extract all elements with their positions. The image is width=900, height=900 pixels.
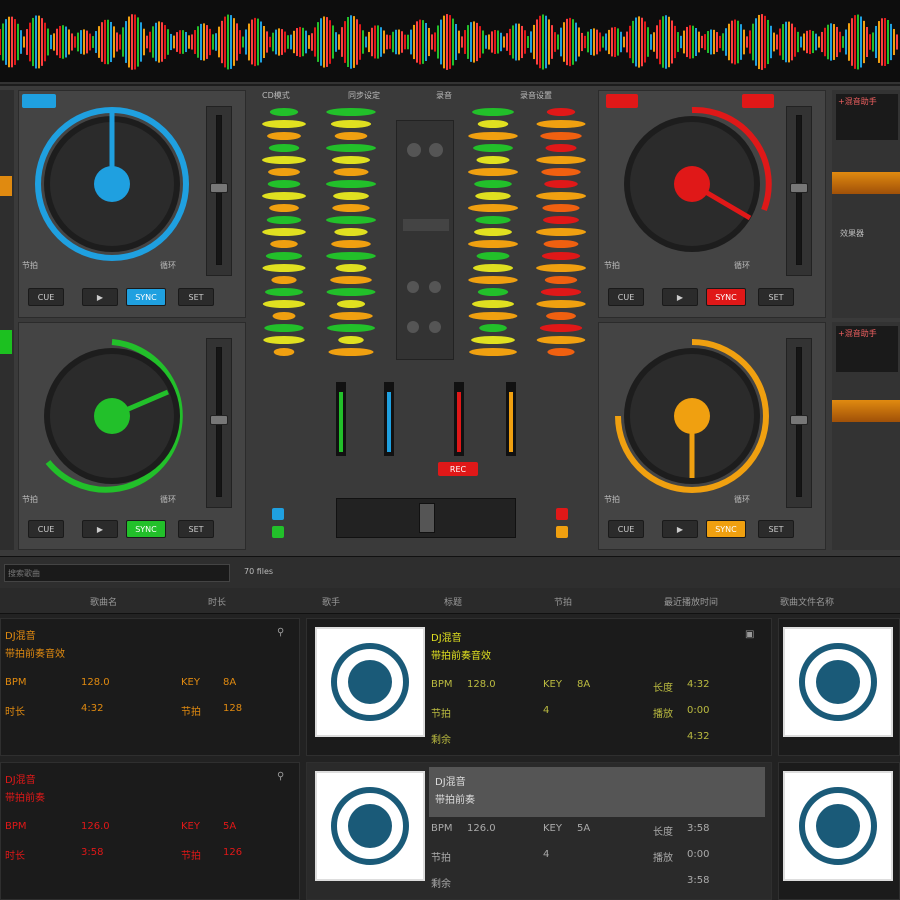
pin-icon[interactable]: ⚲: [277, 771, 284, 782]
mixer-sync-setting-label[interactable]: 同步设定: [348, 90, 380, 101]
vu-meter-2: [326, 108, 376, 356]
list-item-5[interactable]: [778, 618, 900, 756]
jog-wheel-4[interactable]: [608, 332, 776, 500]
deck-4-beat-label: 节拍: [604, 495, 620, 504]
lock-icon[interactable]: ▣: [745, 629, 754, 640]
vu-meter-4: [536, 108, 586, 356]
column-header[interactable]: 节拍: [554, 595, 572, 608]
deck-3-set-button[interactable]: SET: [178, 520, 214, 538]
knob[interactable]: [429, 321, 441, 333]
knob[interactable]: [429, 281, 441, 293]
mixer-center-panel: [396, 120, 454, 360]
column-header[interactable]: 标题: [444, 595, 462, 608]
library-toolbar: 搜索歌曲 70 files: [0, 556, 900, 588]
deck-2-beat-label: 节拍: [604, 261, 620, 270]
right-panel-top: +混音助手 效果器: [832, 90, 900, 318]
waveform-display[interactable]: [0, 0, 900, 84]
vu-meter-3: [468, 108, 518, 356]
deck-3-cue-button[interactable]: CUE: [28, 520, 64, 538]
cue-d-indicator[interactable]: [556, 526, 568, 538]
file-count: 70 files: [244, 567, 274, 576]
jog-wheel-2[interactable]: [608, 100, 776, 268]
library-column-header: 歌曲名 时长 歌手 标题 节拍 最近播放时间 歌曲文件名称: [0, 588, 900, 614]
deck-4-set-button[interactable]: SET: [758, 520, 794, 538]
column-header[interactable]: 最近播放时间: [664, 595, 718, 608]
cue-a-indicator[interactable]: [272, 508, 284, 520]
dj-app-window: 节拍 循环 节拍 循环 节拍 循环 节拍 循环 CUE ▶ SYNC SET C…: [0, 0, 900, 900]
right-panel-title: +混音助手: [836, 326, 898, 372]
knob[interactable]: [407, 143, 421, 157]
album-art-logo: [783, 771, 893, 881]
deck-2-set-button[interactable]: SET: [758, 288, 794, 306]
deck-2-loop-label: 循环: [734, 261, 750, 270]
deck-1-beat-label: 节拍: [22, 261, 38, 270]
list-item-2[interactable]: DJ混音 带拍前奏 BPM 126.0 KEY 5A 时长 3:58 节拍 12…: [0, 762, 300, 900]
deck-1-loop-label: 循环: [160, 261, 176, 270]
mixer-record-label[interactable]: 录音: [436, 90, 452, 101]
channel-fader-1[interactable]: [336, 382, 346, 456]
deck-3-beat-label: 节拍: [22, 495, 38, 504]
deck-4-cue-button[interactable]: CUE: [608, 520, 644, 538]
deck-2-cue-button[interactable]: CUE: [608, 288, 644, 306]
deck-2-sync-button[interactable]: SYNC: [706, 288, 746, 306]
pin-icon[interactable]: ⚲: [277, 627, 284, 638]
album-art-logo: [315, 627, 425, 737]
crossfader[interactable]: [336, 498, 516, 538]
deck-3-loop-label: 循环: [160, 495, 176, 504]
left-edge-panel: [0, 90, 14, 550]
deck-4-sync-button[interactable]: SYNC: [706, 520, 746, 538]
mixer-slot[interactable]: [403, 219, 449, 231]
channel-fader-2[interactable]: [384, 382, 394, 456]
left-edge-indicator[interactable]: [0, 176, 12, 196]
list-item-3[interactable]: DJ混音 带拍前奏音效 BPM 128.0 KEY 8A 长度 4:32 节拍 …: [306, 618, 772, 756]
waveform-svg: [0, 14, 898, 70]
mixer-record-settings-label[interactable]: 录音设置: [520, 90, 552, 101]
right-panel-bottom: +混音助手: [832, 322, 900, 550]
deck-2-pitch-slider[interactable]: [786, 106, 812, 276]
column-header[interactable]: 时长: [208, 595, 226, 608]
channel-fader-4[interactable]: [506, 382, 516, 456]
deck-4-loop-label: 循环: [734, 495, 750, 504]
deck-3-sync-button[interactable]: SYNC: [126, 520, 166, 538]
list-item-6[interactable]: [778, 762, 900, 900]
search-input[interactable]: 搜索歌曲: [4, 564, 230, 582]
channel-fader-3[interactable]: [454, 382, 464, 456]
column-header[interactable]: 歌手: [322, 595, 340, 608]
list-item-1[interactable]: DJ混音 带拍前奏音效 BPM 128.0 KEY 8A 时长 4:32 节拍 …: [0, 618, 300, 756]
deck-area: 节拍 循环 节拍 循环 节拍 循环 节拍 循环 CUE ▶ SYNC SET C…: [0, 86, 900, 556]
column-header[interactable]: 歌曲名: [90, 595, 117, 608]
deck-1-sync-button[interactable]: SYNC: [126, 288, 166, 306]
left-edge-indicator-2[interactable]: [0, 330, 12, 354]
right-panel-bar: [832, 172, 900, 194]
deck-1-play-button[interactable]: ▶: [82, 288, 118, 306]
right-panel-title: +混音助手: [836, 94, 898, 140]
album-art-logo: [315, 771, 425, 881]
jog-wheel-3[interactable]: [28, 332, 196, 500]
cue-b-indicator[interactable]: [556, 508, 568, 520]
deck-3-pitch-slider[interactable]: [206, 338, 232, 508]
knob[interactable]: [429, 143, 443, 157]
album-art-logo: [783, 627, 893, 737]
deck-1-cue-button[interactable]: CUE: [28, 288, 64, 306]
deck-4-pitch-slider[interactable]: [786, 338, 812, 508]
jog-wheel-1[interactable]: [28, 100, 196, 268]
deck-2-tag-b[interactable]: [742, 94, 774, 108]
column-header[interactable]: 歌曲文件名称: [780, 595, 834, 608]
deck-1-pitch-slider[interactable]: [206, 106, 232, 276]
deck-1-tag[interactable]: [22, 94, 56, 108]
deck-1-set-button[interactable]: SET: [178, 288, 214, 306]
mixer-cd-mode-label[interactable]: CD模式: [262, 90, 290, 101]
deck-2-play-button[interactable]: ▶: [662, 288, 698, 306]
deck-3-play-button[interactable]: ▶: [82, 520, 118, 538]
cue-c-indicator[interactable]: [272, 526, 284, 538]
right-panel-bar: [832, 400, 900, 422]
knob[interactable]: [407, 321, 419, 333]
knob[interactable]: [407, 281, 419, 293]
right-panel-effect-label[interactable]: 效果器: [840, 228, 864, 239]
deck-2-tag[interactable]: [606, 94, 638, 108]
rec-button[interactable]: REC: [438, 462, 478, 476]
list-item-4[interactable]: DJ混音 带拍前奏 BPM 126.0 KEY 5A 长度 3:58 节拍 4 …: [306, 762, 772, 900]
vu-meter-1: [262, 108, 306, 356]
deck-4-play-button[interactable]: ▶: [662, 520, 698, 538]
